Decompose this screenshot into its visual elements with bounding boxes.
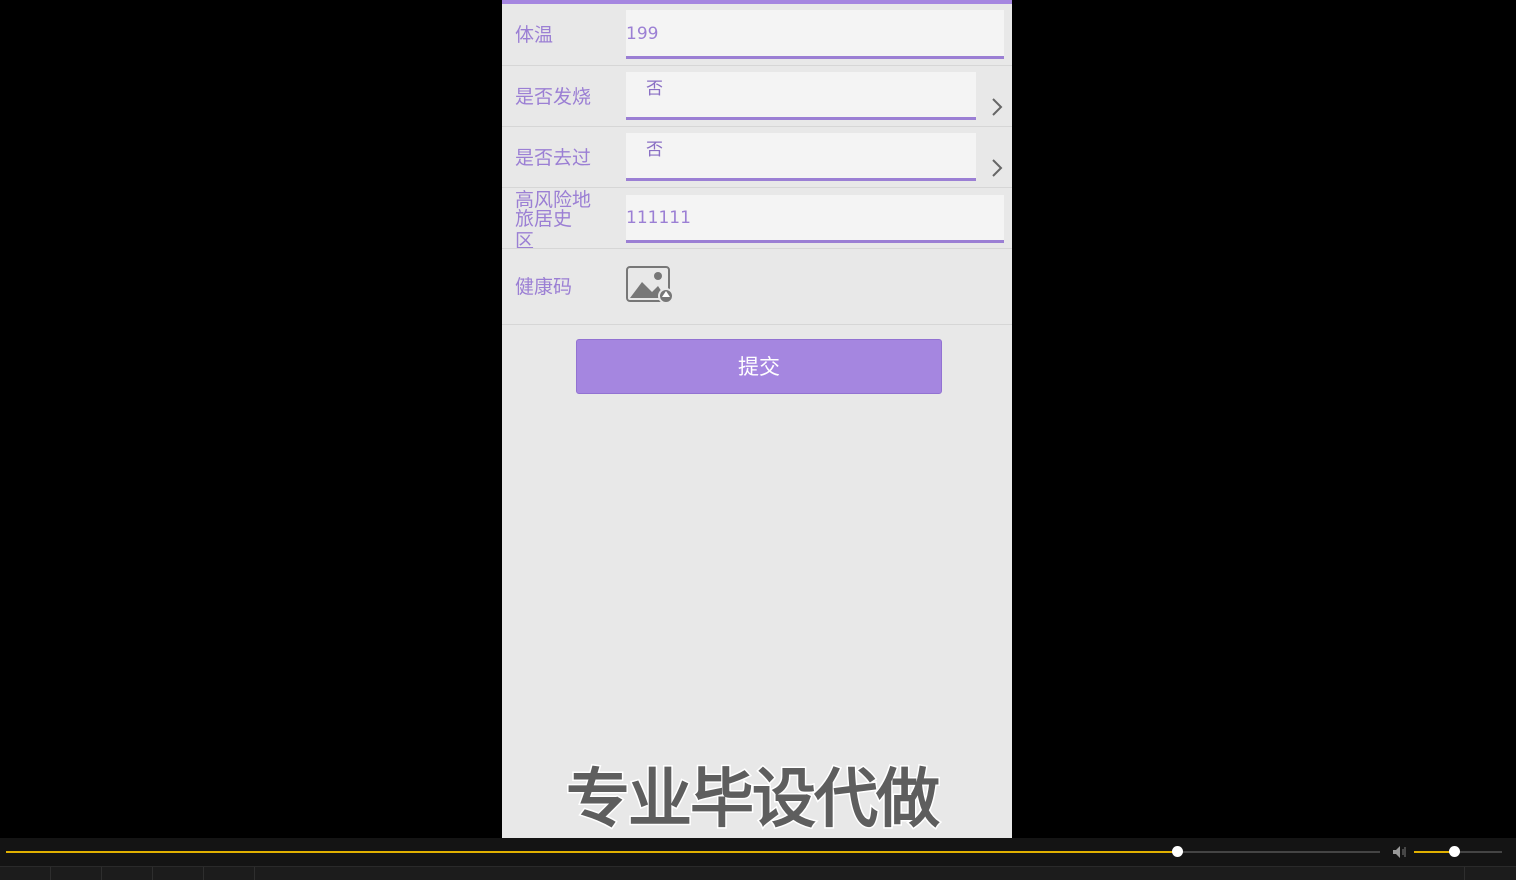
travel-input[interactable]: 111111 — [626, 195, 1004, 243]
temperature-value: 199 — [626, 24, 659, 44]
watermark-text: 专业毕设代做 — [565, 762, 942, 839]
volume-slider[interactable] — [1414, 846, 1502, 857]
volume-fill — [1414, 851, 1454, 853]
player-controls — [0, 838, 1516, 880]
row-fever[interactable]: 是否发烧 否 — [502, 65, 1012, 127]
row-travel: 高风险地 旅居史 区 111111 — [502, 187, 1012, 249]
progress-handle[interactable] — [1171, 846, 1183, 857]
temperature-label: 体温 — [515, 24, 554, 46]
app-window: 体温 199 是否发烧 否 是否去过 否 高风险地 旅居史 区 111111 健… — [0, 0, 1516, 880]
row-visited[interactable]: 是否去过 否 — [502, 126, 1012, 188]
bottom-toolbar — [0, 866, 1516, 880]
travel-value: 111111 — [626, 208, 691, 228]
visited-select[interactable]: 否 — [626, 133, 976, 181]
travel-label-line1: 高风险地 — [515, 189, 592, 211]
fever-value: 否 — [646, 79, 663, 99]
submit-button[interactable]: 提交 — [576, 339, 942, 394]
travel-label-line2: 旅居史 — [515, 208, 573, 230]
phone-screen: 体温 199 是否发烧 否 是否去过 否 高风险地 旅居史 区 111111 健… — [502, 0, 1012, 838]
chevron-right-icon[interactable] — [990, 158, 1004, 178]
toolbar-segment[interactable] — [152, 867, 204, 880]
visited-value: 否 — [646, 140, 663, 160]
fever-label: 是否发烧 — [515, 86, 592, 108]
chevron-right-icon[interactable] — [990, 97, 1004, 117]
image-picker-icon[interactable] — [626, 266, 674, 304]
volume-handle[interactable] — [1448, 846, 1460, 857]
travel-label-line3: 区 — [515, 230, 535, 249]
visited-label: 是否去过 — [515, 147, 592, 169]
temperature-input[interactable]: 199 — [626, 10, 1004, 59]
row-temperature: 体温 199 — [502, 4, 1012, 66]
row-health-code: 健康码 — [502, 248, 1012, 325]
toolbar-segment[interactable] — [101, 867, 153, 880]
toolbar-segment[interactable] — [50, 867, 102, 880]
toolbar-segment[interactable] — [0, 867, 51, 880]
progress-fill — [6, 851, 1177, 853]
toolbar-segment[interactable] — [203, 867, 255, 880]
toolbar-segment[interactable] — [1464, 867, 1516, 880]
health-code-label: 健康码 — [515, 276, 573, 298]
volume-icon[interactable] — [1392, 844, 1408, 860]
fever-select[interactable]: 否 — [626, 72, 976, 120]
progress-slider[interactable] — [6, 846, 1380, 857]
